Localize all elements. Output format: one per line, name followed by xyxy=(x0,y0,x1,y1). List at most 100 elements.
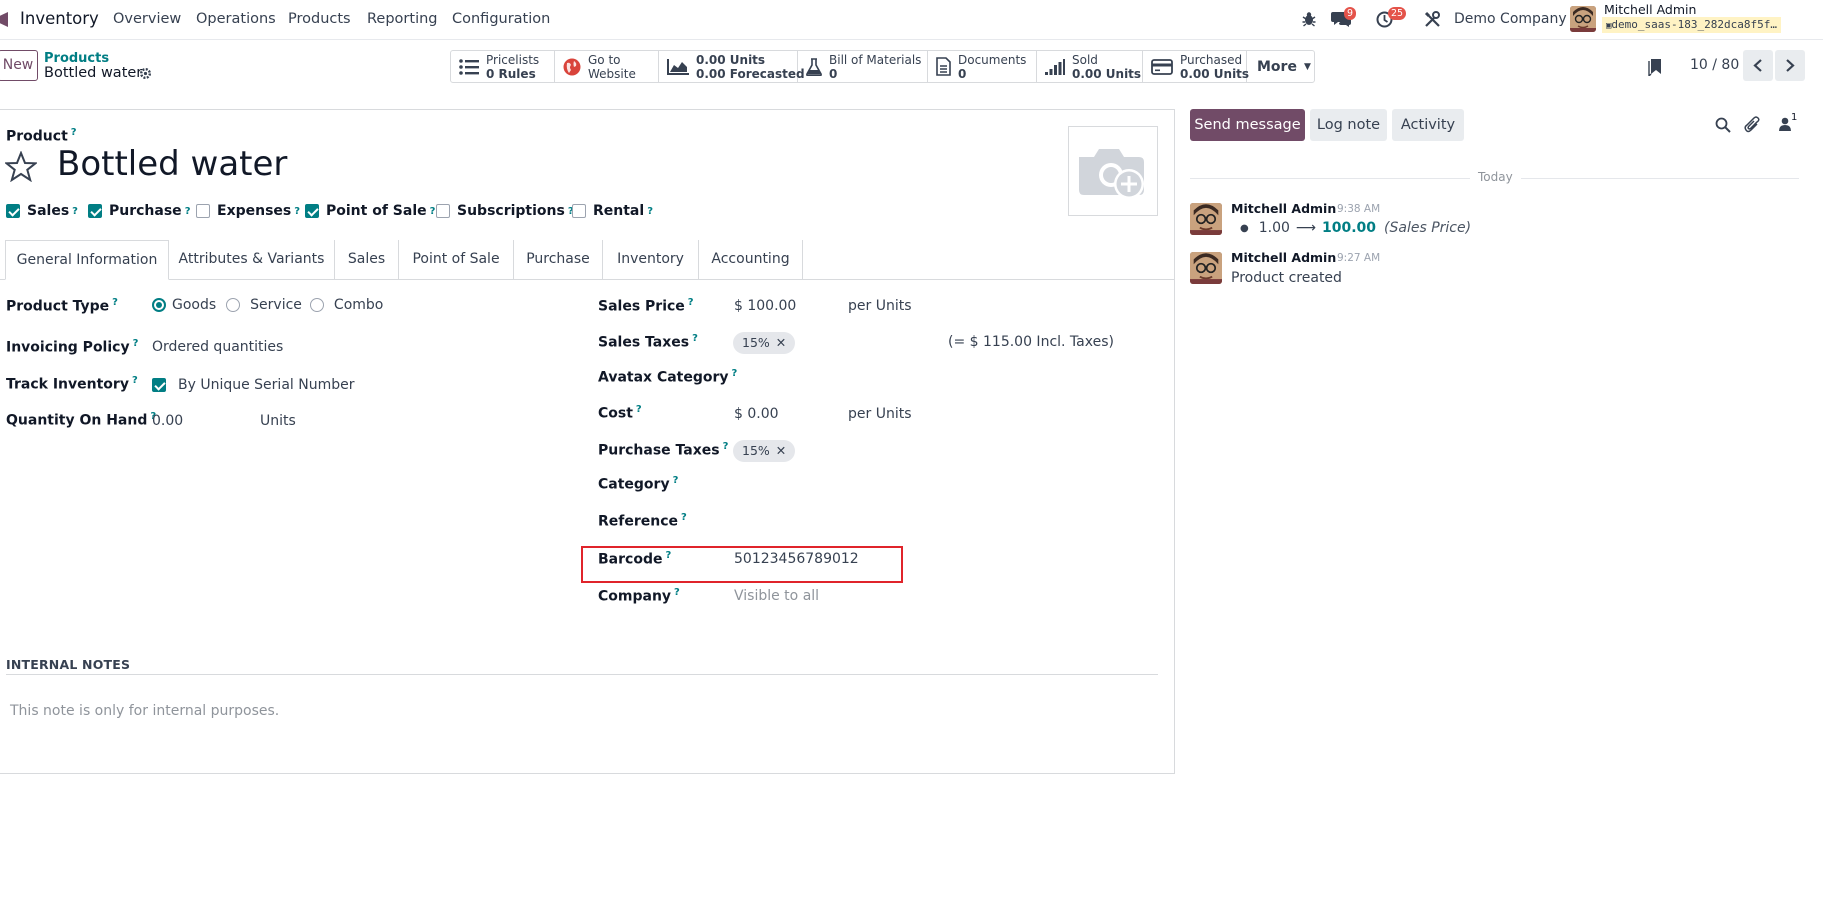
invoicing-policy-label: Invoicing Policy? xyxy=(6,338,139,356)
purchase-tax-tag[interactable]: 15% ✕ xyxy=(733,440,796,462)
menu-products[interactable]: Products xyxy=(288,0,351,38)
can-be-purchased-checkbox[interactable]: Purchase? xyxy=(88,203,191,219)
available-in-pos-checkbox[interactable]: Point of Sale? xyxy=(305,203,435,219)
quantity-on-hand-value[interactable]: 0.00 xyxy=(152,413,183,429)
pager-value[interactable]: 10 / 80 xyxy=(1690,57,1739,73)
favorite-star-icon[interactable] xyxy=(5,151,37,182)
invoicing-policy-select[interactable]: Ordered quantities xyxy=(152,339,283,355)
record-settings-gear-icon[interactable] xyxy=(139,67,152,80)
message-author[interactable]: Mitchell Admin xyxy=(1231,250,1336,265)
settings-tools-icon[interactable] xyxy=(1424,11,1441,28)
tabs-divider xyxy=(0,279,1175,280)
internal-notes-editor[interactable]: This note is only for internal purposes. xyxy=(10,703,279,719)
more-smart-buttons-dropdown[interactable]: More ▼ xyxy=(1247,51,1314,82)
checkbox-unchecked[interactable] xyxy=(572,204,586,218)
avatax-category-input[interactable] xyxy=(734,366,954,388)
track-inventory-field[interactable]: By Unique Serial Number xyxy=(152,377,354,393)
go-to-website-smart-button[interactable]: Go to Website xyxy=(555,51,659,82)
bill-of-materials-smart-button[interactable]: Bill of Materials 0 xyxy=(798,51,928,82)
document-icon xyxy=(936,57,951,76)
list-icon xyxy=(459,58,479,75)
pager-previous-button[interactable] xyxy=(1743,50,1773,81)
app-logo-icon[interactable] xyxy=(0,12,8,27)
can-be-rented-checkbox[interactable]: Rental? xyxy=(572,203,653,219)
menu-operations[interactable]: Operations xyxy=(196,0,276,38)
author-avatar[interactable] xyxy=(1190,203,1222,235)
remove-tag-icon[interactable]: ✕ xyxy=(776,335,786,350)
database-name[interactable]: ▣demo_saas-183_282dca8f5f… xyxy=(1602,17,1781,33)
message-body: Product created xyxy=(1231,270,1342,286)
menu-reporting[interactable]: Reporting xyxy=(367,0,438,38)
product-label: Product? xyxy=(6,127,77,145)
user-name[interactable]: Mitchell Admin xyxy=(1604,2,1696,17)
cost-input[interactable]: $ 0.00 xyxy=(734,406,779,422)
can-be-sold-checkbox[interactable]: Sales? xyxy=(6,203,78,219)
followers-count[interactable]: 1 xyxy=(1791,112,1797,123)
barcode-input[interactable]: 50123456789012 xyxy=(734,551,859,567)
internal-notes-title: INTERNAL NOTES xyxy=(6,657,131,672)
tab-accounting[interactable]: Accounting xyxy=(699,240,803,279)
user-avatar[interactable] xyxy=(1570,6,1596,32)
signal-bars-icon xyxy=(1045,58,1065,75)
chevron-right-icon xyxy=(1786,59,1795,72)
menu-overview[interactable]: Overview xyxy=(113,0,181,38)
tab-attributes-variants[interactable]: Attributes & Variants xyxy=(169,240,335,279)
checkbox-checked[interactable] xyxy=(88,204,102,218)
can-be-expensed-checkbox[interactable]: Expenses? xyxy=(196,203,300,219)
log-note-button[interactable]: Log note xyxy=(1310,109,1387,141)
sold-smart-button[interactable]: Sold 0.00 Units xyxy=(1037,51,1143,82)
debug-bug-icon[interactable] xyxy=(1302,11,1316,27)
quantity-on-hand-uom: Units xyxy=(260,413,296,429)
track-inventory-label: Track Inventory? xyxy=(6,375,138,393)
followers-user-icon[interactable] xyxy=(1779,117,1791,131)
bookmark-icon[interactable] xyxy=(1648,58,1662,76)
sales-tax-tag[interactable]: 15% ✕ xyxy=(733,332,796,354)
new-button[interactable]: New xyxy=(0,50,38,81)
app-name[interactable]: Inventory xyxy=(20,0,99,38)
author-avatar[interactable] xyxy=(1190,252,1222,284)
radio-service[interactable] xyxy=(226,298,241,312)
reference-input[interactable] xyxy=(734,510,954,532)
tab-inventory[interactable]: Inventory xyxy=(603,240,699,279)
remove-tag-icon[interactable]: ✕ xyxy=(776,443,786,458)
attachment-paperclip-icon[interactable] xyxy=(1744,116,1760,133)
menu-configuration[interactable]: Configuration xyxy=(452,0,550,38)
documents-smart-button[interactable]: Documents 0 xyxy=(928,51,1037,82)
pager-next-button[interactable] xyxy=(1775,50,1805,81)
tab-general-information[interactable]: General Information xyxy=(5,240,169,280)
breadcrumb-products[interactable]: Products xyxy=(44,51,109,66)
message-time: 9:38 AM xyxy=(1337,203,1381,215)
checkbox-checked[interactable] xyxy=(305,204,319,218)
purchased-smart-button[interactable]: Purchased 0.00 Units xyxy=(1143,51,1249,82)
checkbox-unchecked[interactable] xyxy=(196,204,210,218)
sales-price-input[interactable]: $ 100.00 xyxy=(734,298,796,314)
activity-button[interactable]: Activity xyxy=(1392,109,1464,141)
purchase-taxes-label: Purchase Taxes? xyxy=(598,441,729,459)
radio-combo[interactable] xyxy=(309,298,324,312)
on-hand-forecast-smart-button[interactable]: 0.00 Units 0.00 Forecasted xyxy=(659,51,805,82)
product-name-field[interactable]: Bottled water xyxy=(57,144,287,184)
recurring-subscriptions-checkbox[interactable]: Subscriptions? xyxy=(436,203,574,219)
quantity-on-hand-label: Quantity On Hand? xyxy=(6,411,157,429)
category-input[interactable] xyxy=(734,473,954,495)
search-icon[interactable] xyxy=(1715,117,1731,133)
top-navbar: Inventory Overview Operations Products R… xyxy=(0,0,1823,40)
checkbox-unchecked[interactable] xyxy=(436,204,450,218)
company-input[interactable]: Visible to all xyxy=(734,588,819,604)
send-message-button[interactable]: Send message xyxy=(1190,109,1305,141)
pricelists-smart-button[interactable]: Pricelists 0 Rules xyxy=(451,51,555,82)
radio-goods[interactable] xyxy=(152,298,166,312)
checkbox-checked[interactable] xyxy=(6,204,20,218)
tab-point-of-sale[interactable]: Point of Sale xyxy=(399,240,514,279)
tab-sales[interactable]: Sales xyxy=(335,240,399,279)
product-image-upload[interactable] xyxy=(1068,126,1158,216)
track-inventory-checkbox[interactable] xyxy=(152,378,166,392)
tab-purchase[interactable]: Purchase xyxy=(514,240,603,279)
product-type-label: Product Type? xyxy=(6,297,118,315)
help-tooltip-icon[interactable]: ? xyxy=(71,127,77,138)
cost-label: Cost? xyxy=(598,404,642,422)
message-author[interactable]: Mitchell Admin xyxy=(1231,201,1336,216)
tracking-value-change: ● 1.00 ⟶ 100.00 (Sales Price) xyxy=(1240,220,1472,236)
reference-label: Reference? xyxy=(598,512,687,530)
company-switcher[interactable]: Demo Company xyxy=(1454,0,1567,38)
